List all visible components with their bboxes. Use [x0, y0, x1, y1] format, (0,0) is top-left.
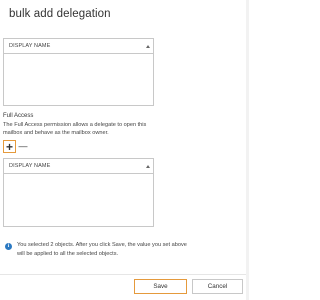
remove-button[interactable]: —	[18, 140, 28, 153]
list-header[interactable]: DISPLAY NAME	[4, 39, 153, 54]
list-header[interactable]: DISPLAY NAME	[4, 159, 153, 174]
save-button[interactable]: Save	[134, 279, 187, 294]
info-message: You selected 2 objects. After you click …	[17, 242, 187, 257]
column-display-name[interactable]: DISPLAY NAME	[9, 43, 50, 49]
dialog-title: bulk add delegation	[9, 8, 111, 20]
sort-ascending-icon[interactable]	[146, 164, 150, 168]
column-display-name[interactable]: DISPLAY NAME	[9, 163, 50, 169]
window-edge	[246, 0, 249, 300]
info-icon: i	[5, 243, 12, 250]
plus-icon: +	[5, 139, 13, 154]
full-access-list[interactable]: DISPLAY NAME	[3, 158, 154, 227]
sort-ascending-icon[interactable]	[146, 44, 150, 48]
delegates-list[interactable]: DISPLAY NAME	[3, 38, 154, 106]
minus-icon: —	[18, 141, 28, 151]
add-button[interactable]: +	[3, 140, 16, 153]
footer-divider	[0, 274, 249, 275]
full-access-description: The Full Access permission allows a dele…	[3, 122, 147, 137]
cancel-button[interactable]: Cancel	[192, 279, 243, 294]
section-label-full-access: Full Access	[3, 113, 34, 119]
